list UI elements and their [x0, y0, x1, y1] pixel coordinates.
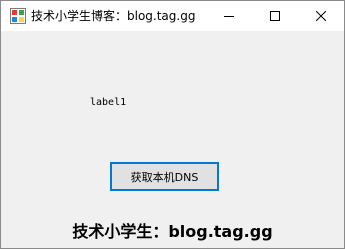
title-bar[interactable]: 技术小学生博客：blog.tag.gg — [1, 1, 344, 31]
minimize-icon — [224, 16, 234, 17]
maximize-icon — [270, 11, 280, 21]
close-icon — [316, 11, 326, 21]
form-client-area: label1 获取本机DNS 技术小学生：blog.tag.gg — [1, 31, 344, 248]
maximize-button[interactable] — [252, 1, 298, 31]
footer-blog-label: 技术小学生：blog.tag.gg — [72, 222, 273, 241]
winform-app-icon — [10, 8, 26, 24]
minimize-button[interactable] — [206, 1, 252, 31]
label1: label1 — [90, 97, 127, 108]
close-button[interactable] — [298, 1, 344, 31]
app-window: 技术小学生博客：blog.tag.gg label1 获取本机DNS 技术小学生… — [0, 0, 345, 249]
window-title: 技术小学生博客：blog.tag.gg — [31, 9, 196, 23]
get-dns-button[interactable]: 获取本机DNS — [110, 162, 219, 191]
